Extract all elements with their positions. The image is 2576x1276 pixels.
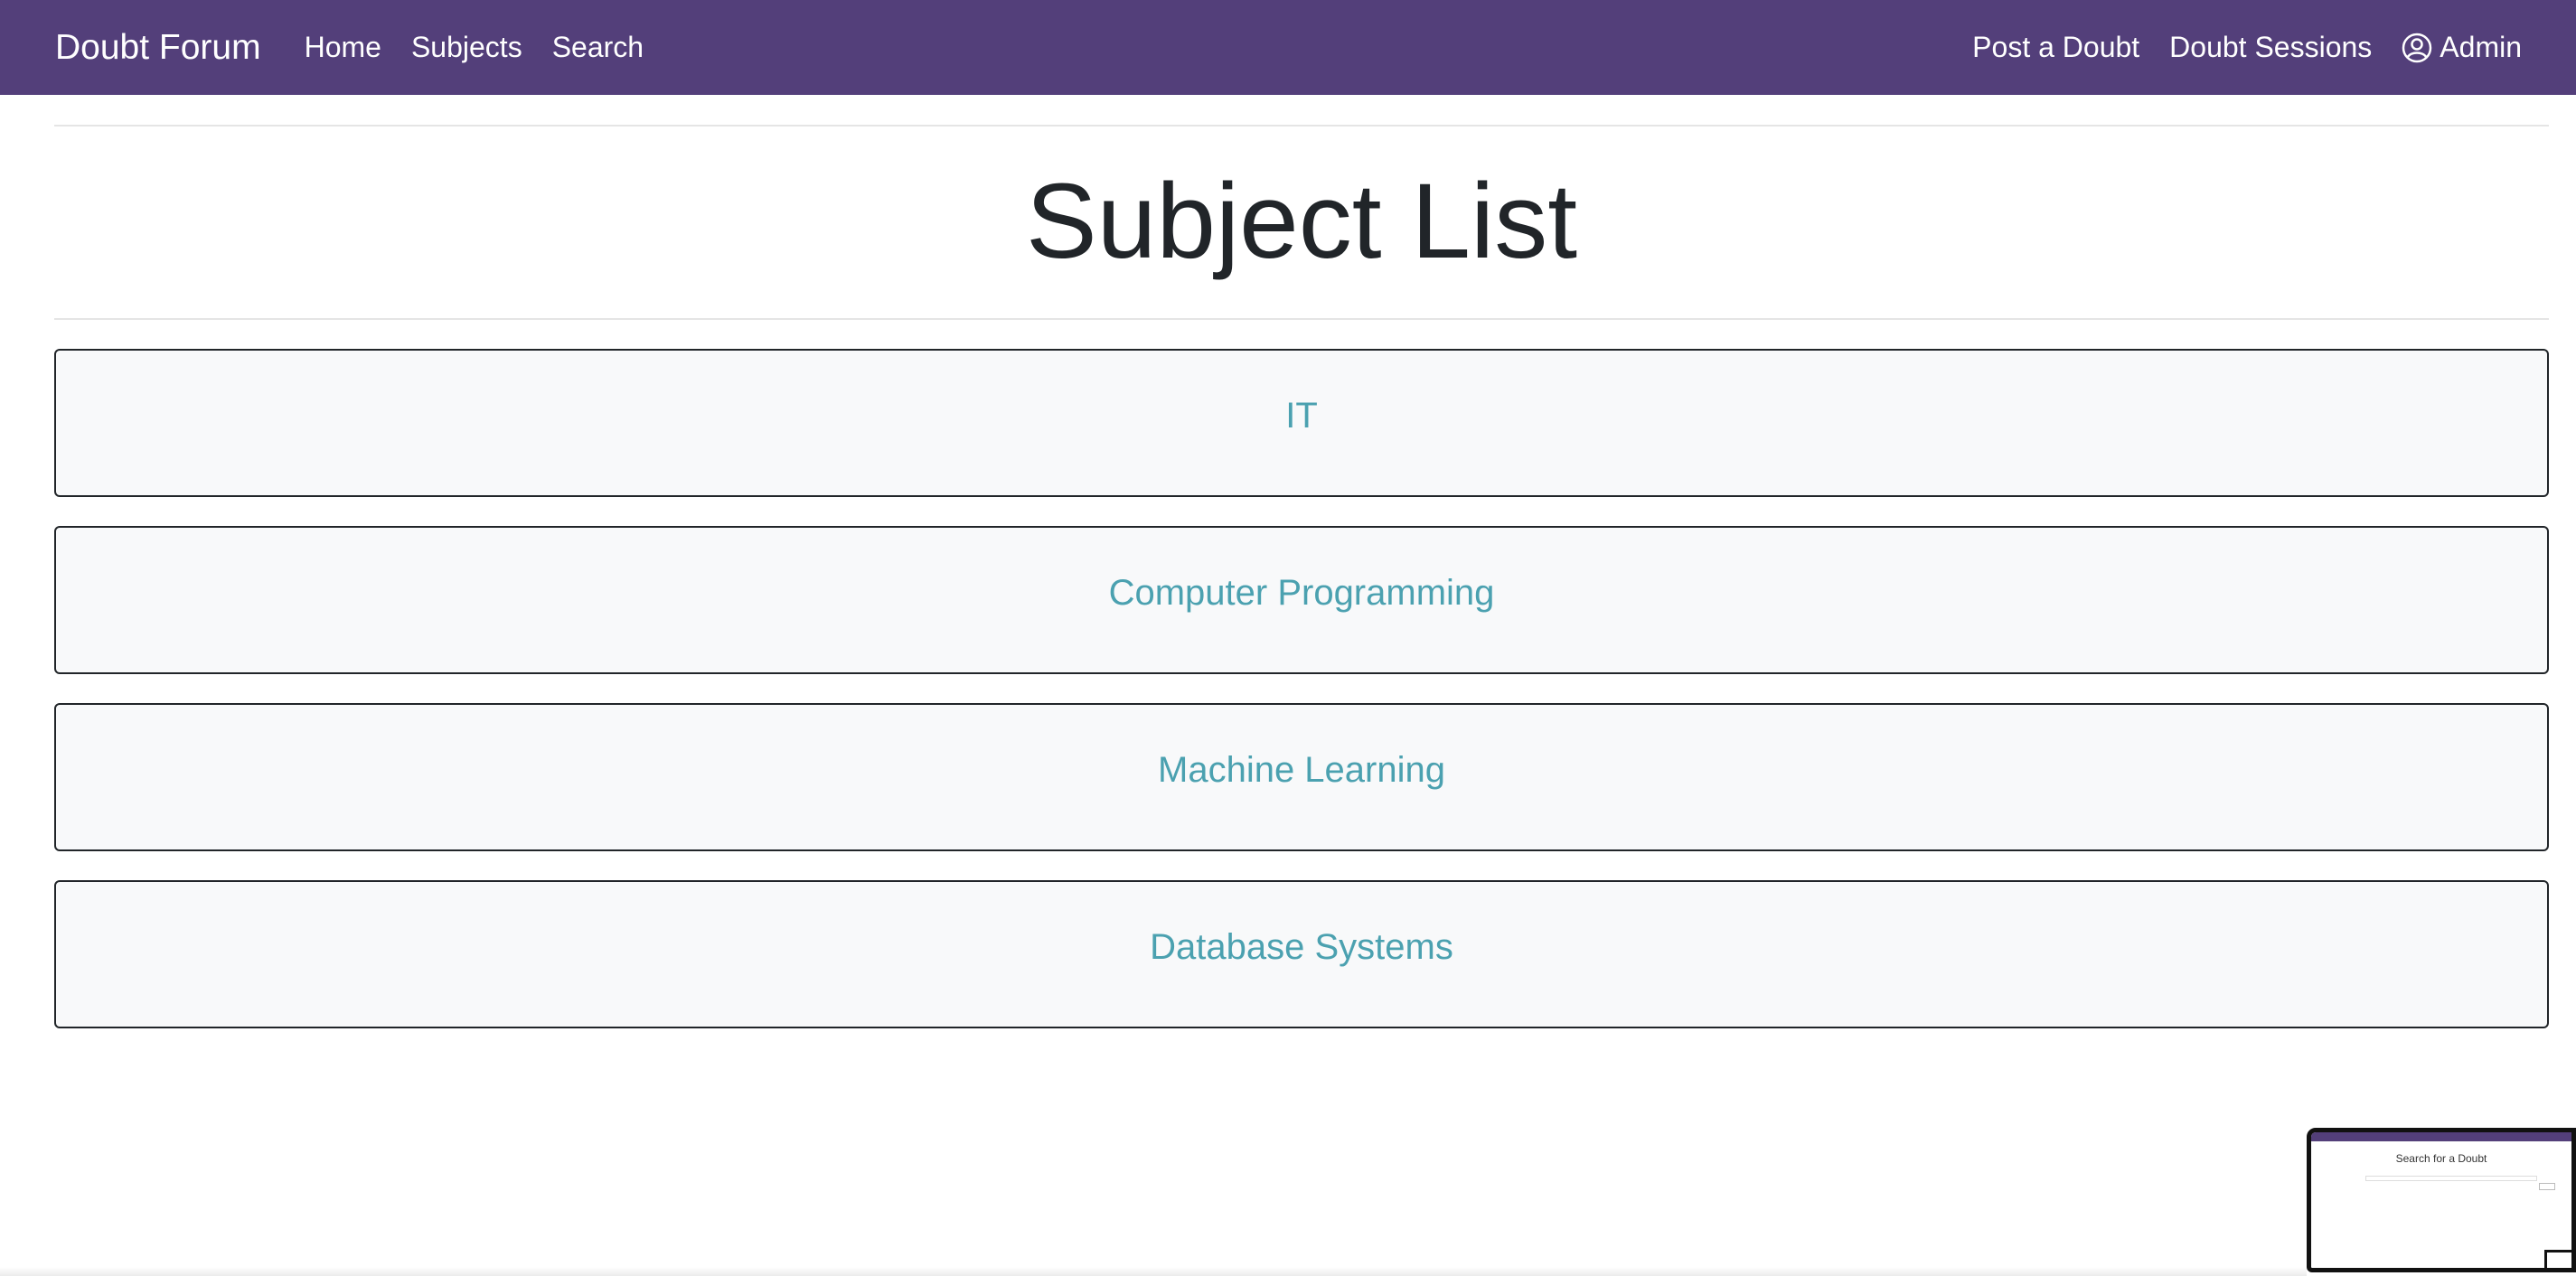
nav-left: Home Subjects Search: [305, 31, 673, 64]
bottom-shadow: [0, 1267, 2307, 1276]
subject-card-machine-learning: Machine Learning: [54, 703, 2549, 851]
nav-search-link[interactable]: Search: [552, 31, 644, 64]
subject-card-it: IT: [54, 349, 2549, 497]
user-circle-icon: [2402, 33, 2432, 63]
subject-list: IT Computer Programming Machine Learning…: [54, 349, 2549, 1028]
thumbnail-title: Search for a Doubt: [2395, 1152, 2487, 1165]
nav-right: Post a Doubt Doubt Sessions Admin: [1942, 31, 2522, 64]
user-name-label: Admin: [2440, 31, 2522, 63]
subject-link-it[interactable]: IT: [1285, 396, 1318, 441]
thumbnail-corner: [2544, 1250, 2571, 1268]
nav-user-menu[interactable]: Admin: [2402, 31, 2522, 64]
subject-link-computer-programming[interactable]: Computer Programming: [1109, 573, 1495, 618]
thumbnail-field: [2365, 1176, 2537, 1181]
screenshot-preview-thumbnail[interactable]: Search for a Doubt: [2307, 1128, 2576, 1272]
thumbnail-button: [2539, 1183, 2555, 1190]
nav-subjects-link[interactable]: Subjects: [411, 31, 522, 64]
subject-link-machine-learning[interactable]: Machine Learning: [1158, 750, 1445, 795]
brand-link[interactable]: Doubt Forum: [55, 28, 261, 68]
subject-card-computer-programming: Computer Programming: [54, 526, 2549, 674]
nav-post-doubt-link[interactable]: Post a Doubt: [1972, 31, 2139, 64]
subject-card-database-systems: Database Systems: [54, 880, 2549, 1028]
nav-home-link[interactable]: Home: [305, 31, 381, 64]
title-divider: [54, 318, 2549, 320]
top-navbar: Doubt Forum Home Subjects Search Post a …: [0, 0, 2576, 95]
page-title: Subject List: [1026, 162, 1577, 281]
subject-link-database-systems[interactable]: Database Systems: [1150, 927, 1453, 972]
main-content: Subject List IT Computer Programming Mac…: [54, 125, 2549, 1057]
nav-doubt-sessions-link[interactable]: Doubt Sessions: [2169, 31, 2372, 64]
thumbnail-navbar: [2311, 1132, 2571, 1141]
